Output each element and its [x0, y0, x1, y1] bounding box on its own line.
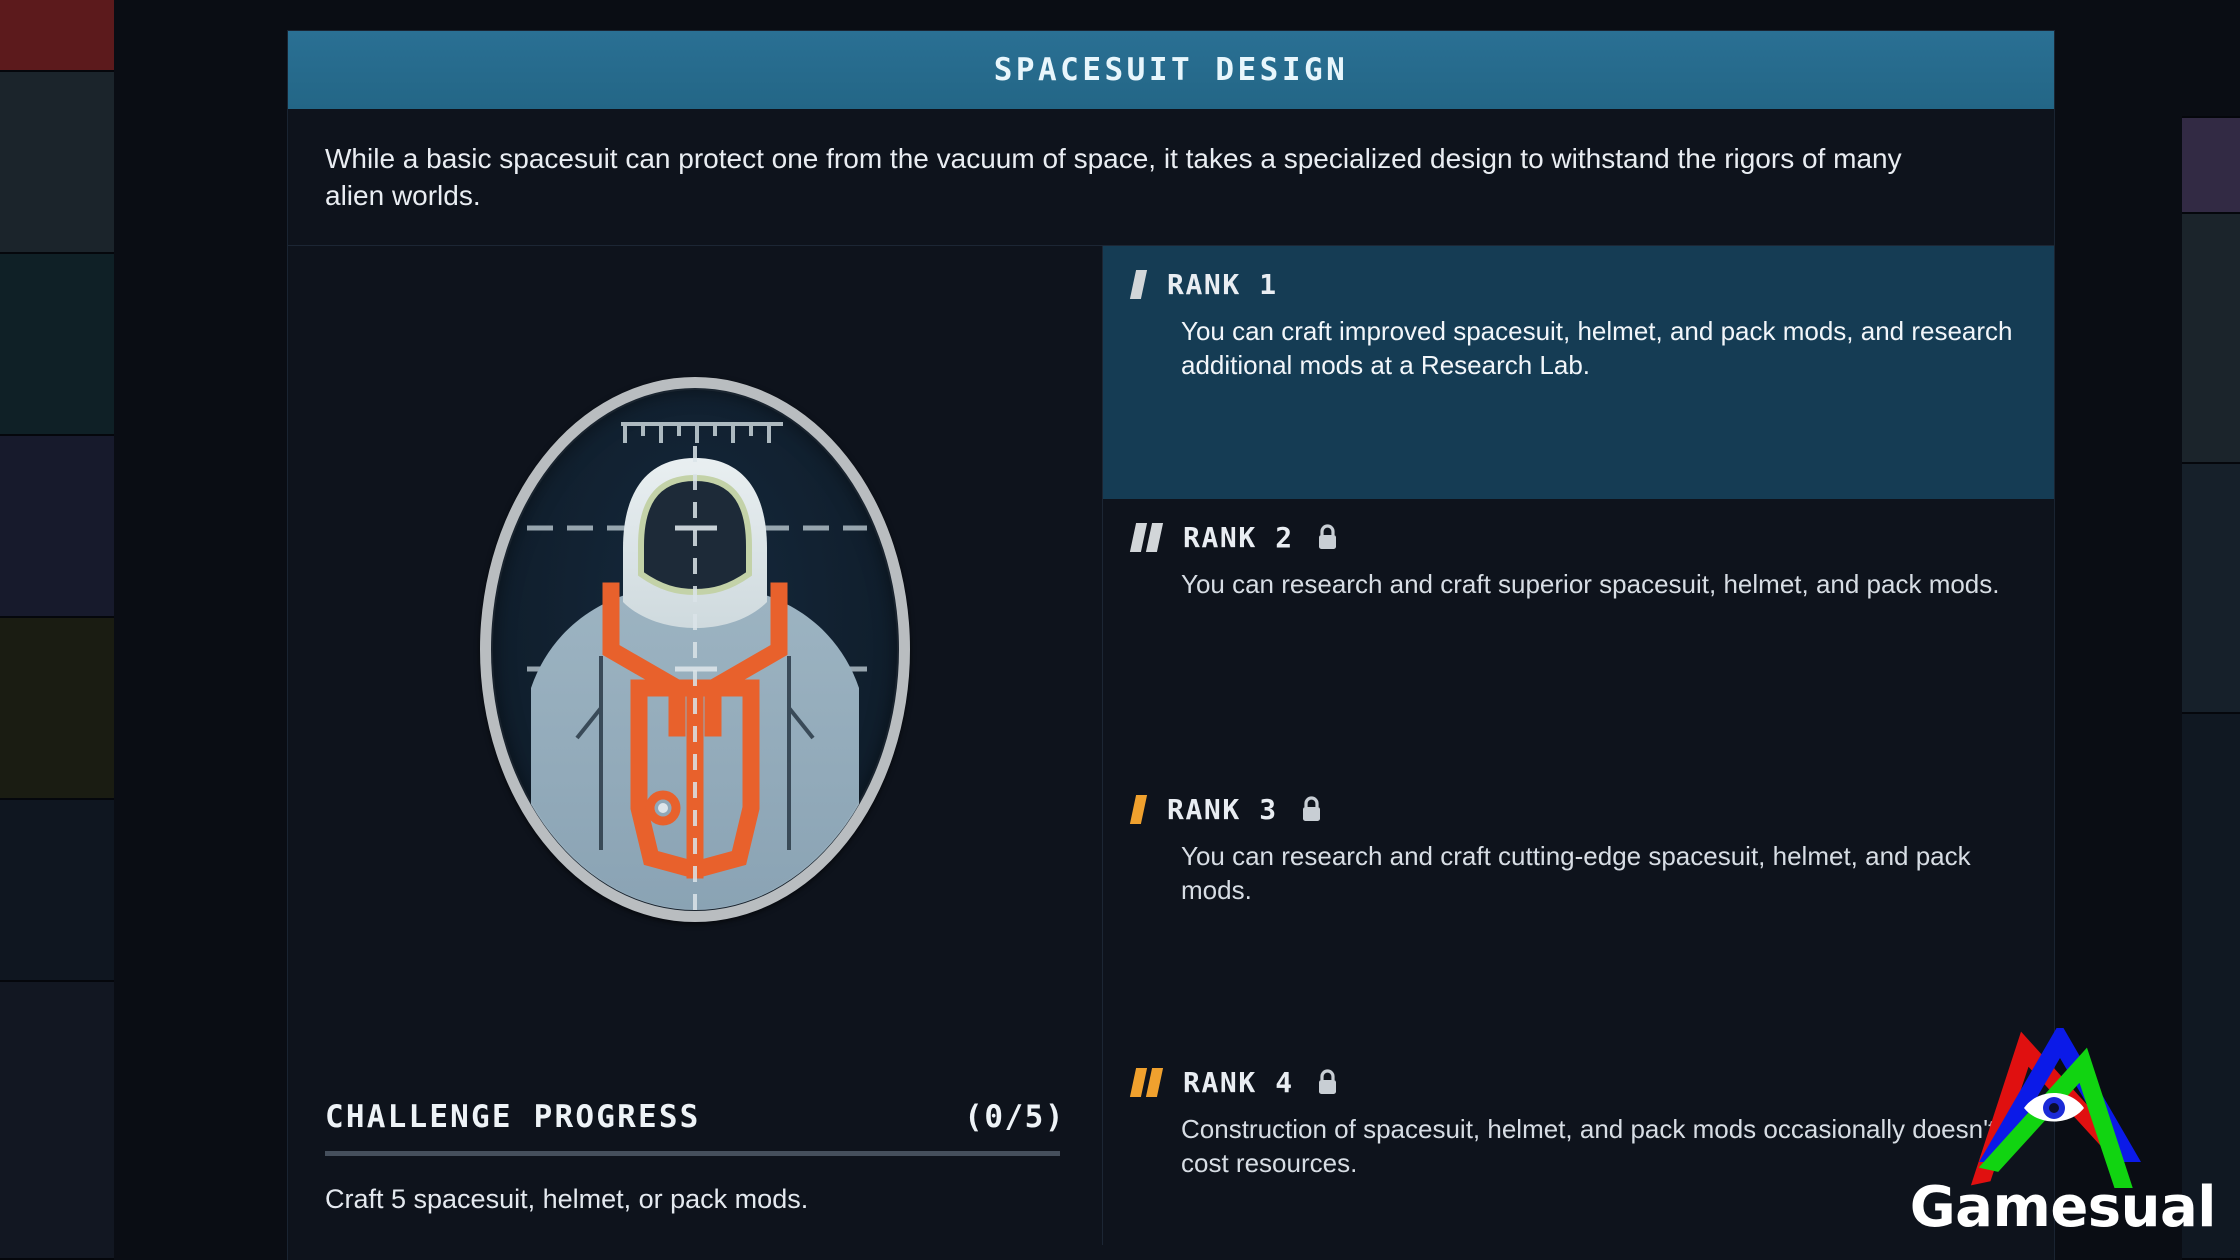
background-panel-row	[2182, 214, 2240, 464]
lock-icon	[1315, 523, 1340, 552]
pip-icon	[1129, 794, 1148, 824]
background-list-row	[0, 254, 114, 436]
rank-1-pips	[1129, 269, 1148, 299]
rank-4-label: RANK 4	[1183, 1065, 1294, 1099]
background-list-row	[0, 982, 114, 1260]
rank-2-pips	[1129, 522, 1164, 552]
rank-2-description: You can research and craft superior spac…	[1181, 568, 2000, 599]
rank-2-header: RANK 2	[1129, 520, 2014, 554]
pip-icon	[1129, 269, 1148, 299]
skill-description: While a basic spacesuit can protect one …	[288, 109, 2054, 246]
background-list-row	[0, 800, 114, 982]
pip-icon	[1145, 522, 1164, 552]
background-panel-row	[2182, 714, 2240, 1260]
lock-icon	[1315, 1068, 1340, 1097]
rank-row-4[interactable]: RANK 4 Construction of spacesuit, helmet…	[1103, 1044, 2054, 1245]
skill-badge-container	[288, 246, 1102, 1099]
rank-row-3[interactable]: RANK 3 You can research and craft cuttin…	[1103, 771, 2054, 1044]
challenge-progress-header: CHALLENGE PROGRESS (0/5)	[325, 1099, 1065, 1151]
rank-4-header: RANK 4	[1129, 1065, 2014, 1099]
screen-root: SPACESUIT DESIGN While a basic spacesuit…	[0, 0, 2240, 1260]
background-panel-row	[2182, 0, 2240, 118]
challenge-progress-bar	[325, 1150, 1060, 1156]
rank-1-description: You can craft improved spacesuit, helmet…	[1181, 315, 2013, 381]
rank-row-1[interactable]: RANK 1 You can craft improved spacesuit,…	[1103, 245, 2054, 499]
background-right-panel	[2182, 0, 2240, 1260]
rank-2-label: RANK 2	[1183, 520, 1294, 554]
background-list-row	[0, 0, 114, 72]
rank-4-pips	[1129, 1067, 1164, 1097]
rank-3-description: You can research and craft cutting-edge …	[1181, 840, 1971, 906]
challenge-progress-section: CHALLENGE PROGRESS (0/5) Craft 5 spacesu…	[288, 1099, 1102, 1245]
background-panel-row	[2182, 464, 2240, 714]
rank-row-2[interactable]: RANK 2 You can research and craft superi…	[1103, 499, 2054, 771]
skill-detail-modal: SPACESUIT DESIGN While a basic spacesuit…	[288, 31, 2054, 1260]
page-title: SPACESUIT DESIGN	[993, 52, 1349, 88]
background-left-list	[0, 0, 114, 1260]
challenge-progress-label: CHALLENGE PROGRESS	[325, 1098, 701, 1135]
rank-1-header: RANK 1	[1129, 267, 2014, 301]
challenge-progress-count: (0/5)	[964, 1098, 1065, 1135]
background-list-row	[0, 72, 114, 254]
pip-icon	[1145, 1067, 1164, 1097]
modal-body: CHALLENGE PROGRESS (0/5) Craft 5 spacesu…	[288, 245, 2054, 1245]
rank-list: RANK 1 You can craft improved spacesuit,…	[1103, 245, 2054, 1245]
spacesuit-patch-icon	[480, 376, 910, 922]
patch-oval	[480, 376, 910, 922]
lock-icon	[1299, 795, 1324, 824]
left-column: CHALLENGE PROGRESS (0/5) Craft 5 spacesu…	[288, 245, 1103, 1245]
rank-1-label: RANK 1	[1167, 267, 1278, 301]
skill-description-text: While a basic spacesuit can protect one …	[325, 143, 1902, 211]
astronaut-embroidery-svg	[527, 421, 867, 910]
background-list-row	[0, 436, 114, 618]
challenge-objective-text: Craft 5 spacesuit, helmet, or pack mods.	[325, 1183, 809, 1214]
pip-icon	[1129, 1067, 1148, 1097]
background-list-row	[0, 618, 114, 800]
rank-3-pips	[1129, 794, 1148, 824]
rank-3-label: RANK 3	[1167, 792, 1278, 826]
rank-4-description: Construction of spacesuit, helmet, and p…	[1181, 1113, 1996, 1179]
background-panel-row	[2182, 118, 2240, 214]
rank-3-header: RANK 3	[1129, 792, 2014, 826]
modal-header: SPACESUIT DESIGN	[288, 31, 2054, 109]
pip-icon	[1129, 522, 1148, 552]
